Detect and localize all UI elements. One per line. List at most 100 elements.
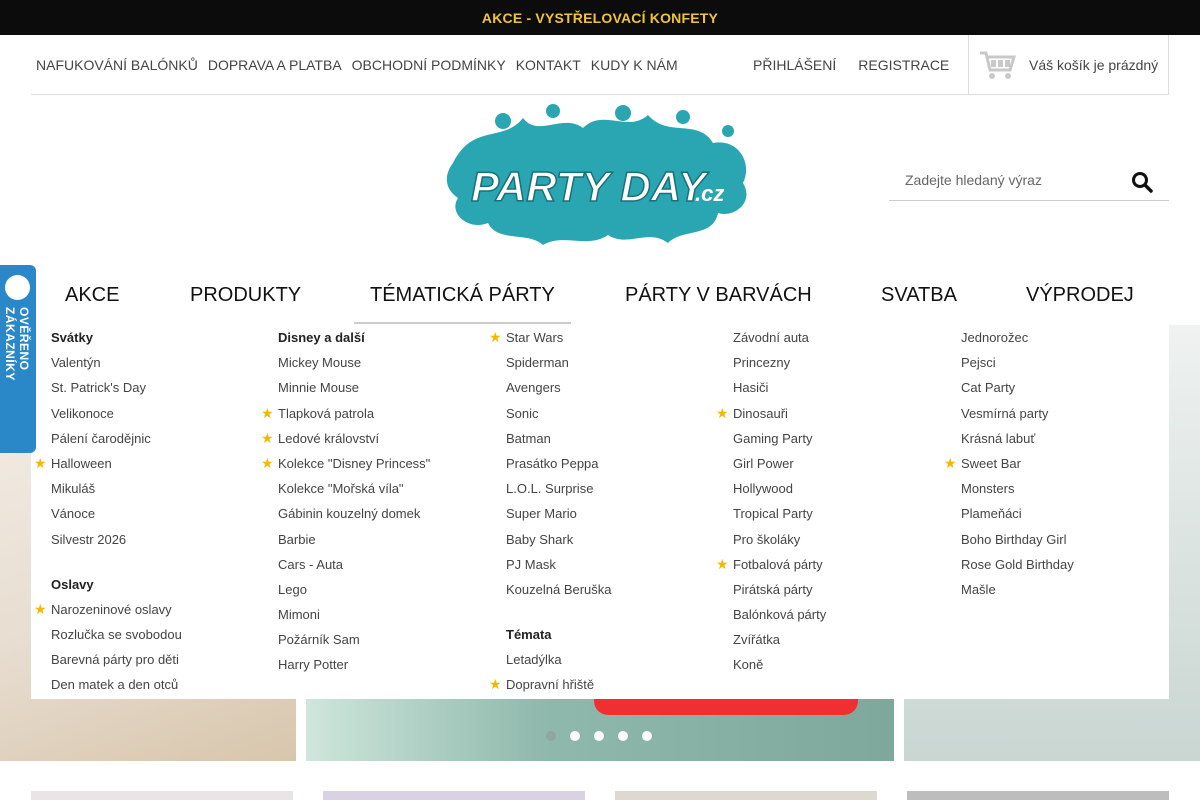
menu-item-starred[interactable]: ★ Ledové království [261, 426, 430, 451]
menu-item[interactable]: Lego [278, 577, 430, 602]
nav-svatba[interactable]: SVATBA [881, 284, 957, 307]
menu-item[interactable]: Plameňáci [961, 501, 1074, 526]
menu-item[interactable]: Avengers [506, 375, 612, 400]
topnav-contact[interactable]: KONTAKT [516, 57, 581, 73]
menu-heading[interactable]: Témata [506, 622, 612, 647]
topnav-directions[interactable]: KUDY K NÁM [591, 57, 678, 73]
menu-item[interactable]: Sonic [506, 401, 612, 426]
category-thumbnail[interactable] [323, 791, 585, 800]
menu-item[interactable]: Cars - Auta [278, 552, 430, 577]
menu-item[interactable]: Harry Potter [278, 652, 430, 677]
cart-text[interactable]: Váš košík je prázdný [1029, 57, 1158, 73]
nav-produkty[interactable]: PRODUKTY [190, 284, 301, 307]
nav-party-v-barvach[interactable]: PÁRTY V BARVÁCH [625, 284, 812, 307]
menu-item[interactable]: Valentýn [51, 350, 182, 375]
menu-item[interactable]: Rozlučka se svobodou [51, 622, 182, 647]
menu-item[interactable]: Baby Shark [506, 527, 612, 552]
menu-item[interactable]: Krásná labuť [961, 426, 1074, 451]
menu-item[interactable]: Mikuláš [51, 476, 182, 501]
topnav-shipping[interactable]: DOPRAVA A PLATBA [208, 57, 342, 73]
search-input[interactable] [889, 160, 1129, 200]
menu-item[interactable]: Minnie Mouse [278, 375, 430, 400]
slider-dot[interactable] [642, 731, 652, 741]
promo-bar[interactable]: AKCE - VYSTŘELOVACÍ KONFETY [0, 0, 1200, 35]
slider-dot[interactable] [570, 731, 580, 741]
menu-item[interactable]: Mickey Mouse [278, 350, 430, 375]
menu-heading[interactable]: Disney a další [278, 325, 430, 350]
nav-tematicka-party[interactable]: TÉMATICKÁ PÁRTY [370, 284, 555, 307]
menu-item[interactable]: Pro školáky [733, 527, 826, 552]
menu-item[interactable]: Silvestr 2026 [51, 527, 182, 552]
topnav-terms[interactable]: OBCHODNÍ PODMÍNKY [352, 57, 506, 73]
menu-item[interactable]: Boho Birthday Girl [961, 527, 1074, 552]
menu-item[interactable]: Pejsci [961, 350, 1074, 375]
menu-item[interactable]: St. Patrick's Day [51, 375, 182, 400]
slider-dot[interactable] [546, 731, 556, 741]
menu-item[interactable]: Mašle [961, 577, 1074, 602]
menu-item-starred[interactable]: ★ Tlapková patrola [261, 401, 430, 426]
menu-item[interactable]: Zvířátka [733, 627, 826, 652]
menu-item[interactable]: Super Mario [506, 501, 612, 526]
menu-item[interactable]: Princezny [733, 350, 826, 375]
menu-item[interactable]: Balónková párty [733, 602, 826, 627]
menu-item[interactable]: Vesmírná party [961, 401, 1074, 426]
category-thumbnail[interactable] [615, 791, 877, 800]
menu-item[interactable]: Hasiči [733, 375, 826, 400]
menu-item-starred[interactable]: ★ Sweet Bar [944, 451, 1074, 476]
topnav-balloons[interactable]: NAFUKOVÁNÍ BALÓNKŮ [36, 57, 198, 73]
register-link[interactable]: REGISTRACE [858, 57, 949, 73]
search-icon[interactable] [1131, 171, 1153, 193]
menu-item[interactable]: Závodní auta [733, 325, 826, 350]
menu-heading[interactable]: Oslavy [51, 572, 182, 597]
menu-item[interactable]: Mimoni [278, 602, 430, 627]
logo[interactable]: PARTY DAY .cz [443, 103, 757, 251]
menu-item[interactable]: Pálení čarodějnic [51, 426, 182, 451]
menu-item-starred[interactable]: ★ Fotbalová párty [716, 552, 826, 577]
menu-item[interactable]: Pirátská párty [733, 577, 826, 602]
menu-column-disney: Disney a další Mickey Mouse Minnie Mouse… [261, 325, 430, 678]
menu-item[interactable]: Gábinin kouzelný domek [278, 501, 430, 526]
menu-item[interactable]: Požárník Sam [278, 627, 430, 652]
menu-item-starred[interactable]: ★ Dopravní hřiště [489, 672, 612, 697]
category-thumbnail[interactable] [31, 791, 293, 800]
menu-item[interactable]: Spiderman [506, 350, 612, 375]
menu-item[interactable]: Monsters [961, 476, 1074, 501]
category-thumbnail[interactable] [907, 791, 1169, 800]
menu-item[interactable]: Tropical Party [733, 501, 826, 526]
login-link[interactable]: PŘIHLÁŠENÍ [753, 57, 836, 73]
star-icon: ★ [34, 600, 47, 617]
menu-item-label: Star Wars [506, 330, 564, 345]
menu-item-starred[interactable]: ★ Star Wars [489, 325, 612, 350]
cart[interactable]: Váš košík je prázdný [968, 35, 1169, 95]
menu-item[interactable]: Koně [733, 652, 826, 677]
promo-text[interactable]: AKCE - VYSTŘELOVACÍ KONFETY [482, 10, 718, 26]
slider-dot[interactable] [594, 731, 604, 741]
menu-item[interactable]: Gaming Party [733, 426, 826, 451]
slider-dot[interactable] [618, 731, 628, 741]
menu-item[interactable]: Rose Gold Birthday [961, 552, 1074, 577]
menu-item-starred[interactable]: ★ Halloween [34, 451, 182, 476]
nav-vyprodej[interactable]: VÝPRODEJ [1026, 284, 1134, 307]
menu-item[interactable]: Kolekce "Mořská víla" [278, 476, 430, 501]
menu-item[interactable]: Barbie [278, 527, 430, 552]
menu-item[interactable]: Velikonoce [51, 401, 182, 426]
menu-item[interactable]: Den matek a den otců [51, 672, 182, 697]
menu-item[interactable]: Girl Power [733, 451, 826, 476]
menu-item[interactable]: Kouzelná Beruška [506, 577, 612, 602]
menu-item[interactable]: Vánoce [51, 501, 182, 526]
menu-item-starred[interactable]: ★ Kolekce "Disney Princess" [261, 451, 430, 476]
menu-item-starred[interactable]: ★ Narozeninové oslavy [34, 597, 182, 622]
menu-item[interactable]: Hollywood [733, 476, 826, 501]
menu-item[interactable]: Prasátko Peppa [506, 451, 612, 476]
menu-item[interactable]: Batman [506, 426, 612, 451]
menu-item[interactable]: Barevná párty pro děti [51, 647, 182, 672]
verified-badge[interactable]: OVĚŘENO ZÁKAZNÍKY [0, 265, 36, 453]
menu-item[interactable]: PJ Mask [506, 552, 612, 577]
menu-item-starred[interactable]: ★ Dinosauři [716, 401, 826, 426]
menu-item[interactable]: Cat Party [961, 375, 1074, 400]
menu-item[interactable]: Jednorožec [961, 325, 1074, 350]
nav-akce[interactable]: AKCE [65, 284, 119, 307]
menu-heading[interactable]: Svátky [51, 325, 182, 350]
menu-item[interactable]: Letadýlka [506, 647, 612, 672]
menu-item[interactable]: L.O.L. Surprise [506, 476, 612, 501]
